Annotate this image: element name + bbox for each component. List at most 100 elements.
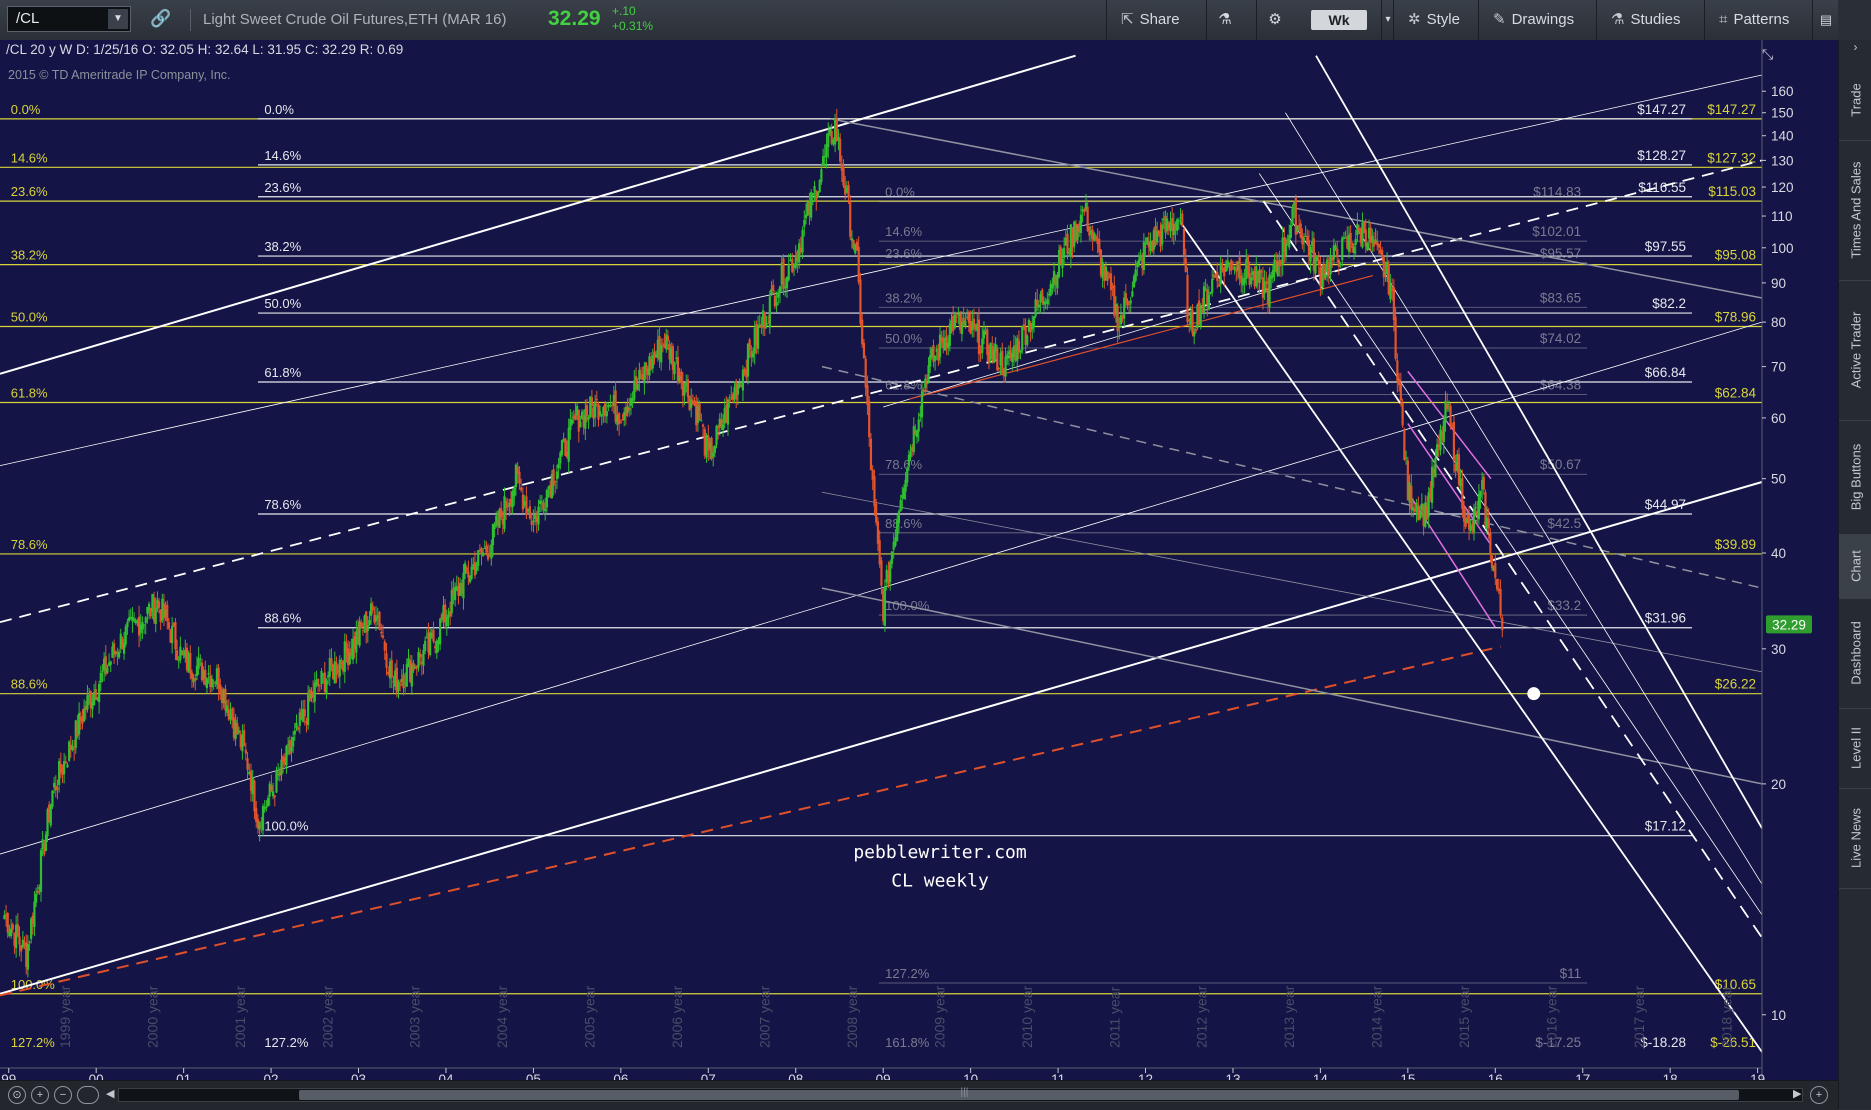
style-button[interactable]: ✲ Style	[1393, 0, 1474, 40]
candle-body	[906, 468, 909, 483]
candle-body	[190, 672, 194, 679]
year-watermark-label: 2003 year	[407, 985, 423, 1048]
candle-body	[683, 385, 686, 396]
tab-times-and-sales[interactable]: Times And Sales	[1839, 140, 1871, 281]
candle-body	[748, 339, 751, 351]
candle-body	[1341, 237, 1344, 261]
candle-body	[598, 411, 602, 415]
candle-body	[261, 805, 265, 831]
candle-body	[1349, 232, 1352, 244]
scroll-right-icon[interactable]: ▶	[1793, 1087, 1801, 1100]
tab-chart[interactable]: Chart	[1839, 534, 1871, 599]
candle-body	[883, 587, 887, 626]
candle-body	[28, 941, 31, 943]
candle-body	[1194, 329, 1197, 332]
year-watermark-label: 2015 year	[1456, 985, 1472, 1048]
collapse-icon[interactable]: ›	[1839, 40, 1871, 60]
tab-trade[interactable]: Trade	[1839, 60, 1871, 141]
candle-body	[11, 924, 14, 930]
candle-body	[1389, 284, 1392, 300]
candle-body	[577, 409, 580, 432]
flask-icon: ⚗	[1218, 11, 1232, 28]
time-tick-label: 00	[89, 1072, 104, 1080]
fib-price-tag: $102.01	[1532, 224, 1581, 239]
symbol-input[interactable]: /CL ▼	[7, 6, 131, 32]
fib-pct-label: 0.0%	[11, 102, 41, 117]
scrollbar-thumb[interactable]	[299, 1090, 1739, 1100]
zoom-fit-right-icon[interactable]: +	[1810, 1086, 1828, 1104]
candle-body	[528, 506, 532, 519]
candle-body	[106, 667, 109, 673]
zoom-reset-icon[interactable]: ⊙	[8, 1086, 26, 1104]
scrollbar-grip-icon: |||	[960, 1087, 969, 1098]
fib-pct-label: 78.6%	[885, 457, 922, 472]
year-watermark-label: 2002 year	[319, 985, 335, 1048]
candle-body	[857, 247, 860, 283]
candle-body	[270, 785, 273, 792]
candle-body	[1193, 331, 1196, 337]
studies-button[interactable]: ⚗ Studies	[1596, 0, 1695, 40]
share-button[interactable]: ⇱ Share	[1106, 0, 1194, 40]
candle-body	[712, 452, 715, 457]
candle-body	[1461, 478, 1464, 509]
tab-level-ii[interactable]: Level II	[1839, 708, 1871, 789]
tab-live-news[interactable]: Live News	[1839, 788, 1871, 889]
candle-body	[1181, 213, 1184, 226]
fib-pct-label: 127.2%	[264, 1035, 309, 1050]
candle-body	[1217, 284, 1221, 287]
pin-icon[interactable]: ▤	[1812, 0, 1839, 40]
crosshair-icon[interactable]: ⤡	[1762, 46, 1773, 63]
flask-button[interactable]: ⚗	[1206, 0, 1243, 40]
candle-body	[756, 326, 760, 349]
fib-pct-label: 23.6%	[11, 184, 48, 199]
candle-body	[1083, 209, 1086, 213]
fib-pct-label: 88.6%	[885, 516, 922, 531]
scroll-left-icon[interactable]: ◀	[106, 1087, 114, 1100]
candle-body	[1118, 326, 1121, 328]
zoom-in-icon[interactable]: +	[31, 1086, 49, 1104]
candle-body	[909, 451, 912, 458]
candle-body	[83, 708, 86, 722]
candle-body	[1182, 228, 1186, 255]
year-watermark-label: 2018 year	[1718, 985, 1734, 1048]
link-icon[interactable]: 🔗	[150, 9, 171, 29]
symbol-dropdown-icon[interactable]: ▼	[108, 9, 128, 29]
time-scrollbar[interactable]: |||	[118, 1087, 1803, 1102]
tab-active-trader[interactable]: Active Trader	[1839, 280, 1871, 421]
price-tick-label: 110	[1771, 209, 1793, 224]
zoom-out-icon[interactable]: −	[54, 1086, 72, 1104]
candle-body	[39, 850, 43, 892]
fib-price-tag: $147.27	[1707, 102, 1756, 117]
tab-dashboard[interactable]: Dashboard	[1839, 598, 1871, 709]
tab-big-buttons[interactable]: Big Buttons	[1839, 420, 1871, 535]
candle-body	[179, 646, 182, 660]
candle-body	[166, 604, 169, 622]
candle-body	[1046, 299, 1049, 305]
time-tick-label: 01	[176, 1072, 191, 1080]
fib-price-tag: $116.55	[1638, 180, 1686, 195]
time-tick-label: 14	[1313, 1072, 1329, 1080]
candle-body	[847, 185, 850, 198]
candle-body	[1250, 277, 1253, 285]
candle-body	[818, 180, 821, 193]
candle-body	[1260, 270, 1263, 273]
candle-body	[325, 680, 328, 694]
price-tick-label: 120	[1771, 180, 1794, 195]
tab-live-news-label: Live News	[1848, 808, 1863, 868]
fib-pct-label: 61.8%	[11, 386, 48, 401]
chart-area[interactable]: 0.0% $147.27 14.6% $127.32 23.6% $115.03 38.2%…	[0, 40, 1838, 1080]
tab-chart-label: Chart	[1848, 550, 1863, 582]
candle-body	[1382, 257, 1385, 278]
drawings-button[interactable]: ✎ Drawings	[1478, 0, 1588, 40]
patterns-button[interactable]: ⌗ Patterns	[1704, 0, 1803, 40]
candle-body	[721, 424, 725, 430]
share-label: Share	[1139, 11, 1180, 28]
tab-trade-label: Trade	[1848, 83, 1863, 117]
price-chart[interactable]: 0.0% $147.2714.6% $127.3223.6% $115.0338.2%…	[0, 40, 1838, 1080]
zoom-fit-icon[interactable]	[77, 1086, 99, 1104]
candle-body	[6, 913, 9, 933]
timeframe-button[interactable]: Wk	[1311, 10, 1367, 30]
candle-body	[405, 663, 408, 687]
settings-button[interactable]: ⚙	[1256, 0, 1293, 40]
fib-price-tag: $83.65	[1540, 290, 1581, 305]
